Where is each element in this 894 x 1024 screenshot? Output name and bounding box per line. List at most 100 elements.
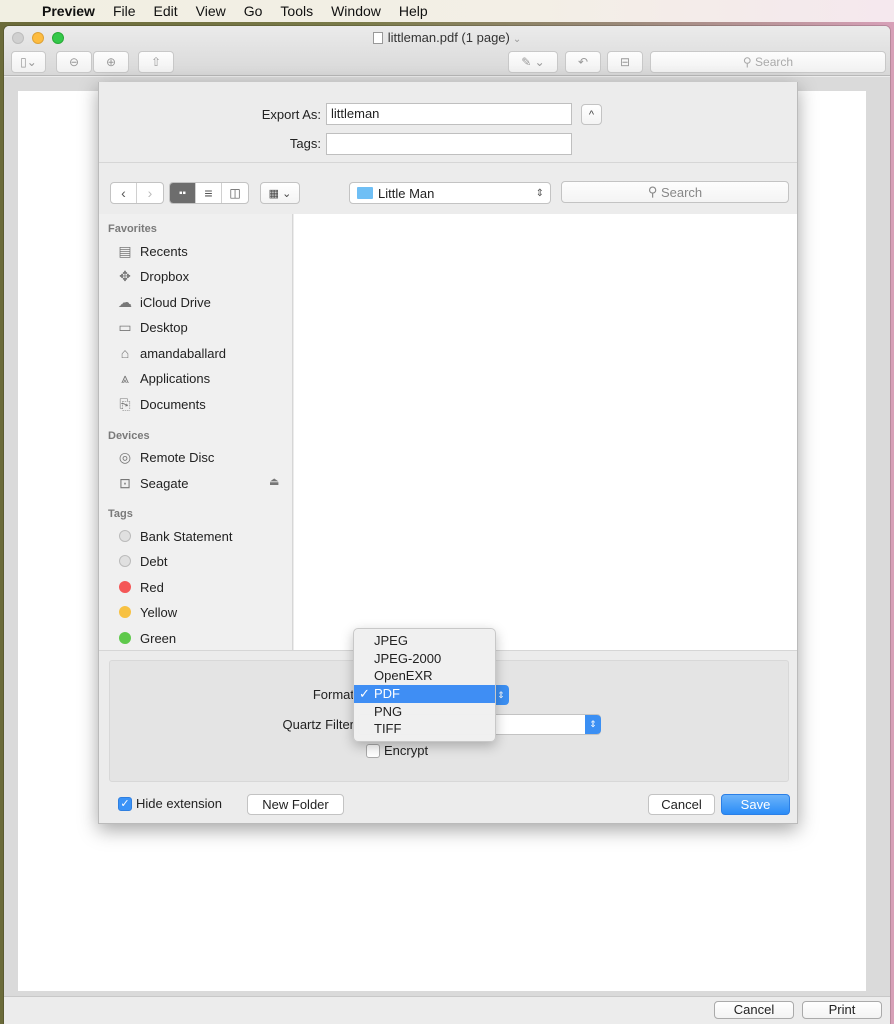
sidebar-item-documents[interactable]: ⎘ Documents — [116, 394, 206, 414]
sidebar-item-label: Recents — [140, 243, 188, 259]
tags-input[interactable] — [326, 133, 572, 155]
sidebar-item-icloud-drive[interactable]: ☁ iCloud Drive — [116, 292, 211, 312]
home-icon: ⌂ — [120, 345, 130, 361]
icon-view-button[interactable]: ▪▪ — [170, 183, 196, 203]
sidebar-tag-debt[interactable]: Debt — [116, 551, 167, 571]
hide-extension-row[interactable]: ✓ Hide extension — [118, 796, 222, 811]
dropbox-icon: ✥ — [119, 267, 131, 284]
format-option-openexr[interactable]: OpenEXR — [354, 667, 495, 685]
format-option-label: OpenEXR — [374, 668, 433, 684]
disc-icon: ◎ — [118, 448, 132, 465]
sidebar-item-label: Documents — [140, 396, 206, 412]
menu-go[interactable]: Go — [244, 3, 263, 19]
hide-extension-label: Hide extension — [136, 796, 222, 811]
column-view-button[interactable]: ◫ — [222, 183, 248, 203]
sidebar-item-remote-disc[interactable]: ◎ Remote Disc — [116, 447, 215, 467]
format-option-jpeg-2000[interactable]: JPEG-2000 — [354, 650, 495, 668]
zoom-in-button[interactable]: ⊕ — [93, 51, 129, 73]
new-folder-button[interactable]: New Folder — [247, 794, 344, 815]
format-option-tiff[interactable]: TIFF — [354, 720, 495, 738]
save-button[interactable]: Save — [721, 794, 790, 815]
format-label: Format — [312, 687, 354, 702]
menu-help[interactable]: Help — [399, 3, 428, 19]
zoom-out-button[interactable]: ⊖ — [56, 51, 92, 73]
devices-header: Devices — [108, 430, 150, 442]
chevron-up-icon: ^ — [588, 108, 595, 121]
share-button[interactable]: ⇧ — [138, 51, 174, 73]
checkmark-icon: ✓ — [359, 686, 370, 702]
encrypt-checkbox-row[interactable]: Encrypt — [366, 743, 428, 758]
format-option-pdf[interactable]: ✓ PDF — [354, 685, 495, 703]
file-browser-area[interactable] — [294, 214, 797, 650]
eject-icon[interactable]: ⏏ — [269, 475, 279, 488]
export-as-label: Export As: — [261, 107, 321, 122]
tag-color-dot — [119, 606, 131, 618]
sidebar-item-label: Bank Statement — [140, 528, 233, 544]
encrypt-checkbox[interactable] — [366, 743, 380, 758]
sidebar-item-seagate[interactable]: ⊡ Seagate — [116, 473, 188, 493]
forward-button[interactable]: › — [137, 183, 163, 203]
cloud-icon: ☁ — [118, 293, 132, 310]
sidebar-item-label: Yellow — [140, 604, 178, 620]
sidebar-item-dropbox[interactable]: ✥ Dropbox — [116, 266, 189, 286]
menu-view[interactable]: View — [196, 3, 226, 19]
rotate-button[interactable]: ↶ — [565, 51, 601, 73]
print-button[interactable]: Print — [802, 1001, 882, 1019]
quartz-filter-label: Quartz Filter — [282, 717, 354, 732]
applications-icon: ⩓ — [121, 369, 129, 386]
dialog-search-field[interactable]: ⚲ Search — [561, 181, 789, 203]
back-button[interactable]: ‹ — [111, 183, 137, 203]
format-option-jpeg[interactable]: JPEG — [354, 632, 495, 650]
menu-tools[interactable]: Tools — [280, 3, 313, 19]
quartz-filter-stepper[interactable]: ⇕ — [585, 715, 601, 734]
tag-color-dot — [119, 530, 131, 542]
dialog-search-placeholder: Search — [660, 184, 703, 200]
menu-file[interactable]: File — [113, 3, 136, 19]
sidebar-tag-bank-statement[interactable]: Bank Statement — [116, 526, 233, 546]
search-icon: ⚲ — [647, 184, 661, 199]
toolbox-button[interactable]: ⊟ — [607, 51, 643, 73]
cancel-button[interactable]: Cancel — [648, 794, 715, 815]
sidebar: Favorites ▤ Recents ✥ Dropbox ☁ iCloud Driv… — [99, 214, 293, 650]
sidebar-tag-yellow[interactable]: Yellow — [116, 602, 177, 622]
sidebar-item-applications[interactable]: ⩓ Applications — [116, 368, 210, 388]
search-icon: ⚲ — [742, 55, 756, 69]
encrypt-label: Encrypt — [384, 743, 429, 758]
bottom-cancel-button[interactable]: Cancel — [714, 1001, 794, 1019]
sidebar-item-label: Dropbox — [140, 268, 190, 284]
export-as-input[interactable]: littleman — [326, 103, 572, 125]
sidebar-item-desktop[interactable]: ▭ Desktop — [116, 317, 187, 337]
sidebar-item-label: Green — [140, 630, 177, 646]
pdf-document-icon — [372, 32, 383, 44]
sidebar-item-label: Red — [140, 579, 164, 595]
folder-icon — [357, 187, 373, 199]
format-option-png[interactable]: PNG — [354, 703, 495, 721]
location-label: Little Man — [378, 185, 435, 201]
sidebar-tag-red[interactable]: Red — [116, 577, 164, 597]
menu-app-name[interactable]: Preview — [42, 3, 95, 19]
view-mode-group: ▪▪ ≡ ◫ — [169, 182, 249, 204]
sidebar-item-home[interactable]: ⌂ amandaballard — [116, 343, 226, 363]
window-title-text: littleman.pdf (1 page) — [387, 30, 510, 45]
tags-header: Tags — [108, 508, 133, 520]
sidebar-item-label: iCloud Drive — [140, 294, 211, 310]
list-view-button[interactable]: ≡ — [196, 183, 222, 203]
arrange-button[interactable]: ▦ ⌄ — [260, 182, 300, 204]
window-search-field[interactable]: ⚲ Search — [650, 51, 886, 73]
menu-window[interactable]: Window — [331, 3, 381, 19]
favorites-header: Favorites — [108, 223, 157, 235]
tag-color-dot — [119, 632, 131, 644]
menu-edit[interactable]: Edit — [154, 3, 178, 19]
location-popup[interactable]: Little Man ⇕ — [349, 182, 551, 204]
format-option-label: PDF — [374, 686, 400, 702]
documents-icon: ⎘ — [119, 395, 131, 412]
markup-button[interactable]: ✎ ⌄ — [508, 51, 558, 73]
sidebar-tag-green[interactable]: Green — [116, 628, 176, 648]
sidebar-toggle-button[interactable]: ▯⌄ — [11, 51, 46, 73]
format-option-label: JPEG — [374, 633, 408, 648]
hide-extension-checkbox[interactable]: ✓ — [118, 796, 132, 811]
sidebar-item-recents[interactable]: ▤ Recents — [116, 241, 188, 261]
bottom-bar: Cancel Print — [4, 996, 890, 1024]
collapse-dialog-button[interactable]: ^ — [581, 104, 602, 125]
window-title[interactable]: littleman.pdf (1 page) ⌄ — [4, 30, 890, 45]
